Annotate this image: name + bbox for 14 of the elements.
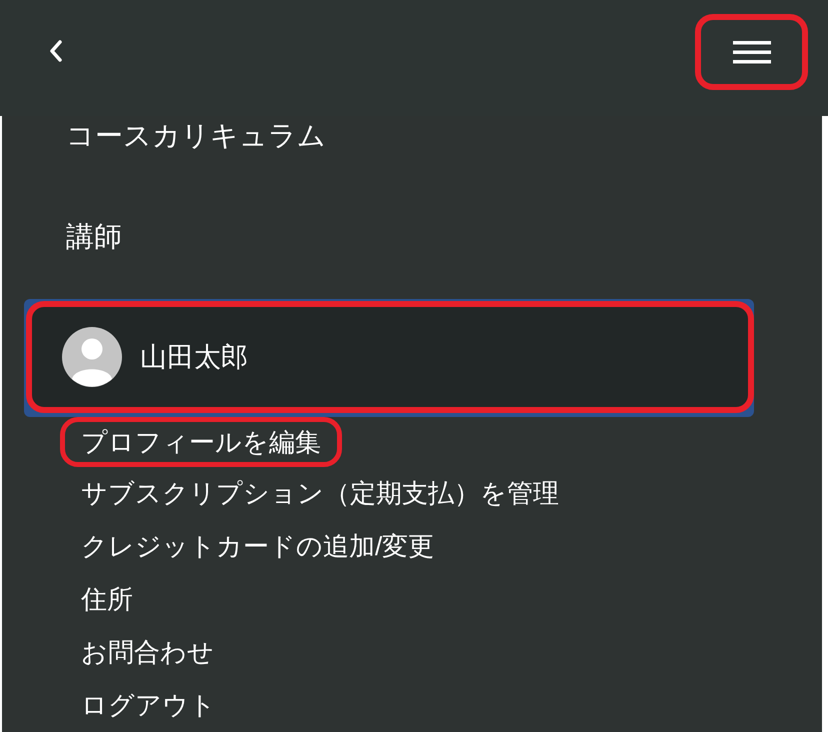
nav-link[interactable]: コースカリキュラム xyxy=(66,116,326,156)
user-menu-link[interactable]: プロフィールを編集 xyxy=(60,417,342,467)
user-menu-link[interactable]: お問合わせ xyxy=(60,626,235,679)
nav-link[interactable]: 講師 xyxy=(66,217,122,257)
user-menu-link[interactable]: 住所 xyxy=(60,573,154,626)
back-icon xyxy=(48,39,64,63)
user-menu-link[interactable]: クレジットカードの追加/変更 xyxy=(60,520,456,573)
avatar-icon xyxy=(62,327,122,387)
user-name: 山田太郎 xyxy=(140,340,248,374)
menu-icon xyxy=(732,40,770,64)
menu-button[interactable] xyxy=(695,14,808,90)
user-menu-link[interactable]: ログアウト xyxy=(60,679,237,732)
user-menu-link[interactable]: サブスクリプション（定期支払）を管理 xyxy=(60,467,580,520)
user-row[interactable]: 山田太郎 xyxy=(24,299,754,417)
